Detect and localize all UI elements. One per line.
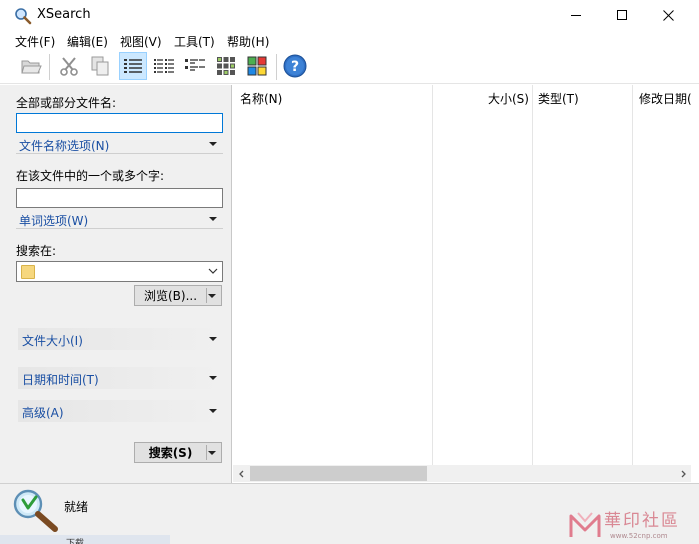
menu-file[interactable]: 文件(F) <box>15 33 55 50</box>
words-field[interactable] <box>16 188 223 208</box>
xsearch-window: XSearch 文件(F) 编辑(E) 视图(V) 工具(T) 帮助(H) ? … <box>0 0 699 544</box>
open-folder-button[interactable] <box>17 52 45 80</box>
column-divider[interactable] <box>432 85 433 465</box>
menu-view[interactable]: 视图(V) <box>120 33 162 50</box>
words-options-label: 单词选项(W) <box>19 214 89 228</box>
thumbnails-view-icon <box>217 57 235 75</box>
toolbar: ? <box>0 50 699 84</box>
date-time-section-label: 日期和时间(T) <box>22 373 99 387</box>
chevron-right-icon <box>681 470 686 477</box>
column-divider[interactable] <box>632 85 633 465</box>
caret-down-icon <box>209 409 217 413</box>
search-button[interactable]: 搜索(S) <box>134 442 222 463</box>
caret-down-icon <box>209 337 217 341</box>
file-size-section-label: 文件大小(I) <box>22 334 83 348</box>
column-divider[interactable] <box>532 85 533 465</box>
caret-down-icon <box>209 142 217 146</box>
caret-down-icon <box>209 376 217 380</box>
magnifier-icon <box>15 8 32 25</box>
background-window-strip: 下载 <box>0 535 170 544</box>
help-icon: ? <box>283 54 307 78</box>
column-header-size[interactable]: 大小(S) <box>488 85 529 110</box>
filename-label: 全部或部分文件名: <box>16 96 117 110</box>
look-in-label: 搜索在: <box>16 244 57 258</box>
file-size-section[interactable]: 文件大小(I) <box>18 328 223 350</box>
list-right-edge <box>691 85 699 483</box>
filename-options-dropdown[interactable]: 文件名称选项(N) <box>16 135 223 154</box>
search-panel: 全部或部分文件名: 文件名称选项(N) 在该文件中的一个或多个字: 单词选项(W… <box>0 85 232 483</box>
advanced-section[interactable]: 高级(A) <box>18 400 223 422</box>
close-icon <box>662 10 674 21</box>
copy-icon <box>91 56 109 76</box>
filename-input[interactable] <box>17 114 222 132</box>
large-icons-view-button[interactable] <box>243 52 271 80</box>
column-header-modified[interactable]: 修改日期( <box>639 85 692 110</box>
search-button-label[interactable]: 搜索(S) <box>135 443 206 462</box>
button-divider <box>206 445 207 460</box>
browse-button[interactable]: 浏览(B)... <box>134 285 222 306</box>
cut-icon <box>60 57 78 76</box>
scroll-right-button[interactable] <box>674 465 691 482</box>
column-header-type[interactable]: 类型(T) <box>538 85 579 110</box>
large-icons-view-icon <box>247 56 267 76</box>
words-options-dropdown[interactable]: 单词选项(W) <box>16 210 223 229</box>
details-view-button[interactable] <box>119 52 147 80</box>
watermark-logo-icon <box>569 512 601 537</box>
advanced-section-label: 高级(A) <box>22 406 64 420</box>
status-text: 就绪 <box>64 500 89 514</box>
chevron-down-icon <box>208 268 218 274</box>
maximize-icon <box>616 10 627 20</box>
list-view-icon <box>154 59 174 73</box>
words-input[interactable] <box>17 189 222 207</box>
browse-menu-caret-icon[interactable] <box>208 294 216 298</box>
scroll-left-button[interactable] <box>233 465 250 482</box>
maximize-button[interactable] <box>599 0 645 31</box>
list-view-button[interactable] <box>150 52 178 80</box>
horizontal-scrollbar[interactable] <box>233 465 691 482</box>
column-header-name[interactable]: 名称(N) <box>240 85 282 110</box>
toolbar-separator <box>276 54 277 80</box>
thumbnails-view-button[interactable] <box>212 52 240 80</box>
details-view-icon <box>124 59 142 73</box>
filename-options-label: 文件名称选项(N) <box>19 139 110 153</box>
close-button[interactable] <box>645 0 691 31</box>
title-bar[interactable]: XSearch <box>0 0 699 31</box>
menu-edit[interactable]: 编辑(E) <box>67 33 108 50</box>
browse-button-label[interactable]: 浏览(B)... <box>135 286 206 305</box>
folder-icon <box>21 265 35 279</box>
button-divider <box>206 288 207 303</box>
window-title: XSearch <box>37 7 91 22</box>
search-menu-caret-icon[interactable] <box>208 451 216 455</box>
background-peek-text: 下载 <box>66 539 85 544</box>
small-icons-view-icon <box>185 59 205 71</box>
date-time-section[interactable]: 日期和时间(T) <box>18 367 223 389</box>
copy-button[interactable] <box>86 52 114 80</box>
small-icons-view-button[interactable] <box>181 52 209 80</box>
toolbar-separator <box>49 54 50 80</box>
watermark-url: www.52cnp.com <box>610 532 668 540</box>
words-label: 在该文件中的一个或多个字: <box>16 169 165 183</box>
menu-help[interactable]: 帮助(H) <box>227 33 269 50</box>
watermark: 華印社區 www.52cnp.com <box>568 504 699 544</box>
minimize-button[interactable] <box>553 0 599 31</box>
svg-text:?: ? <box>291 59 299 75</box>
menu-bar: 文件(F) 编辑(E) 视图(V) 工具(T) 帮助(H) <box>0 31 699 50</box>
cut-button[interactable] <box>55 52 83 80</box>
watermark-text: 華印社區 <box>604 511 680 531</box>
help-button[interactable]: ? <box>281 52 309 80</box>
look-in-combobox[interactable] <box>16 261 223 282</box>
chevron-left-icon <box>238 470 243 477</box>
open-folder-icon <box>21 60 42 74</box>
results-list[interactable]: 名称(N) 大小(S) 类型(T) 修改日期( <box>233 85 699 483</box>
search-magnifier-icon <box>13 489 58 532</box>
caret-down-icon <box>209 217 217 221</box>
filename-field[interactable] <box>16 113 223 133</box>
menu-tools[interactable]: 工具(T) <box>174 33 215 50</box>
scrollbar-thumb[interactable] <box>250 466 427 481</box>
minimize-icon <box>570 15 581 16</box>
